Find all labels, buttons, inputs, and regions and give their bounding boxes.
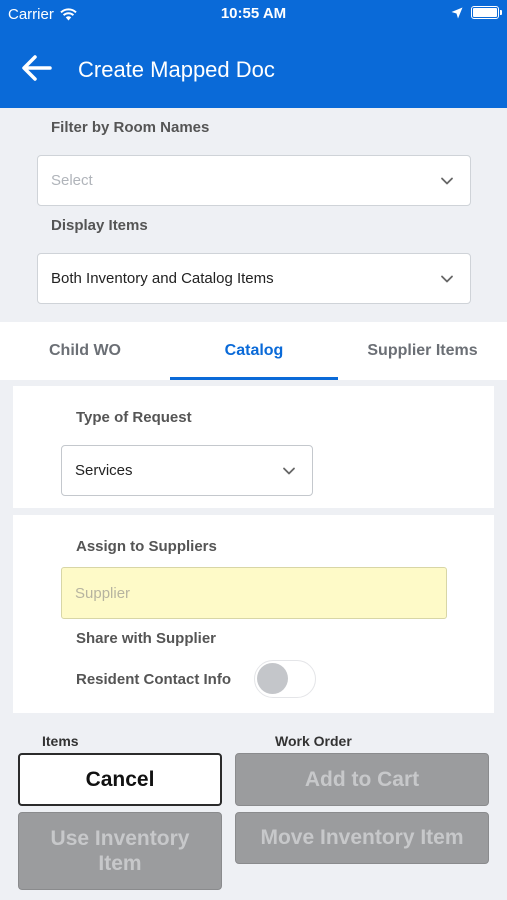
cancel-button[interactable]: Cancel: [18, 753, 222, 806]
tab-bar: Child WO Catalog Supplier Items: [0, 322, 507, 380]
request-type-select[interactable]: Services: [61, 445, 313, 496]
request-type-value: Services: [75, 462, 133, 479]
chevron-down-icon: [441, 275, 453, 282]
page-title: Create Mapped Doc: [78, 57, 275, 82]
chevron-down-icon: [283, 467, 295, 474]
active-tab-indicator: [170, 377, 338, 380]
room-filter-label: Filter by Room Names: [51, 119, 210, 136]
work-order-column-header: Work Order: [275, 733, 352, 749]
tab-child-wo[interactable]: Child WO: [0, 322, 170, 380]
resident-contact-label: Resident Contact Info: [76, 671, 232, 688]
location-arrow-icon: [451, 7, 463, 18]
items-column-header: Items: [42, 733, 79, 749]
chevron-down-icon: [441, 177, 453, 184]
add-to-cart-button[interactable]: Add to Cart: [235, 753, 489, 806]
display-items-select[interactable]: Both Inventory and Catalog Items: [37, 253, 471, 304]
room-filter-placeholder: Select: [51, 172, 93, 189]
assign-suppliers-label: Assign to Suppliers: [76, 538, 217, 555]
battery-icon: [471, 6, 502, 19]
status-time: 10:55 AM: [220, 5, 287, 22]
resident-contact-toggle[interactable]: [254, 660, 316, 698]
app-header: Carrier 10:55 AM Create Mapped Doc: [0, 0, 507, 108]
supplier-input[interactable]: [61, 567, 447, 619]
use-inventory-item-button[interactable]: Use Inventory Item: [18, 812, 222, 890]
status-bar: Carrier 10:55 AM: [0, 0, 507, 28]
request-type-label: Type of Request: [76, 409, 192, 426]
toggle-knob: [257, 663, 288, 694]
display-items-value: Both Inventory and Catalog Items: [51, 270, 274, 287]
tab-supplier-items[interactable]: Supplier Items: [338, 322, 507, 380]
display-items-label: Display Items: [51, 217, 148, 234]
move-inventory-item-button[interactable]: Move Inventory Item: [235, 812, 489, 864]
share-with-supplier-label: Share with Supplier: [76, 630, 217, 647]
tab-catalog[interactable]: Catalog: [170, 322, 338, 380]
room-filter-select[interactable]: Select: [37, 155, 471, 206]
back-arrow-icon[interactable]: [20, 52, 54, 84]
